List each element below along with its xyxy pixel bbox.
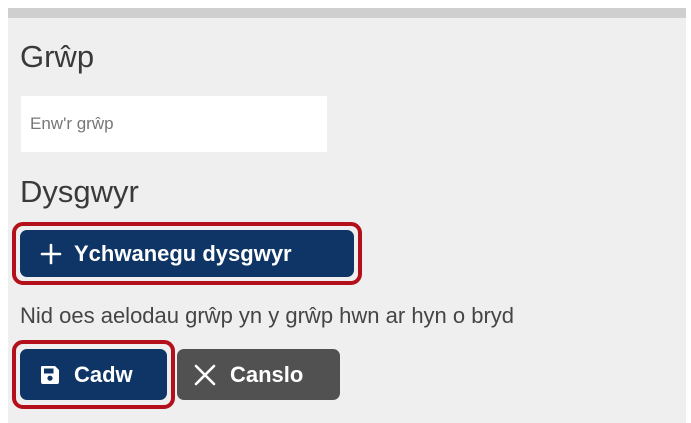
floppy-disk-icon — [40, 365, 60, 385]
save-label: Cadw — [74, 361, 133, 387]
close-icon — [194, 364, 216, 386]
empty-members-message: Nid oes aelodau grŵp yn y grŵp hwn ar hy… — [20, 303, 515, 328]
cancel-label: Canslo — [230, 361, 304, 387]
top-divider-bar — [8, 8, 686, 18]
add-learners-label: Ychwanegu dysgwyr — [74, 240, 292, 266]
group-heading: Grŵp — [20, 39, 95, 74]
group-name-input[interactable] — [21, 96, 327, 152]
save-button[interactable]: Cadw — [20, 349, 167, 400]
cancel-button[interactable]: Canslo — [177, 349, 340, 400]
plus-icon — [40, 243, 62, 265]
learners-heading: Dysgwyr — [20, 174, 139, 209]
add-learners-button[interactable]: Ychwanegu dysgwyr — [20, 230, 354, 277]
